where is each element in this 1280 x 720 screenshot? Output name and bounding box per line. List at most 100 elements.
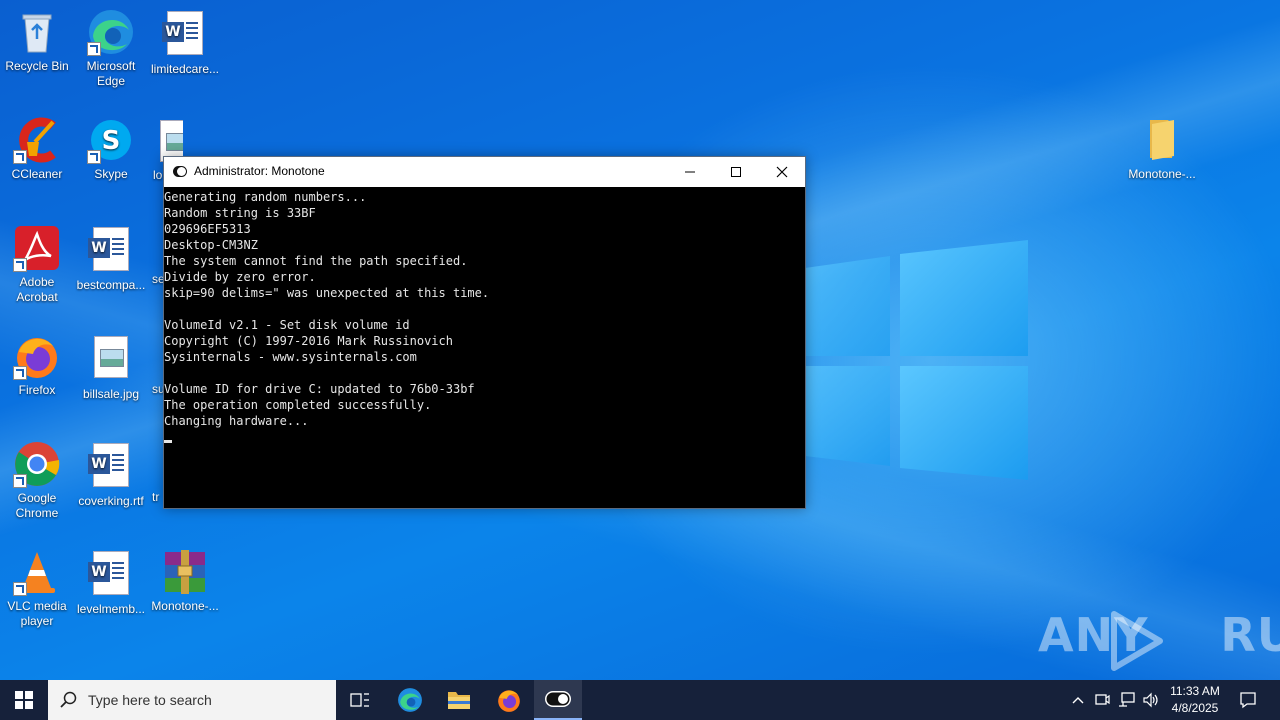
- console-line: Volume ID for drive C: updated to 76b0-3…: [164, 382, 475, 396]
- task-view-button[interactable]: [336, 680, 384, 720]
- svg-text:S: S: [102, 126, 121, 156]
- desktop-icon-ccleaner[interactable]: CCleaner: [0, 116, 74, 182]
- minimize-button[interactable]: [667, 157, 713, 187]
- word-doc-icon: W: [87, 443, 135, 491]
- chrome-icon: [13, 440, 61, 488]
- desktop-icon-chrome[interactable]: Google Chrome: [0, 440, 74, 521]
- anyrun-play-icon: [1111, 611, 1163, 671]
- console-output[interactable]: Generating random numbers... Random stri…: [164, 187, 805, 508]
- recycle-bin-icon: [13, 8, 61, 56]
- start-button[interactable]: [0, 680, 48, 720]
- word-doc-icon: W: [161, 11, 209, 59]
- taskbar-edge-button[interactable]: [386, 680, 434, 720]
- clock-date: 4/8/2025: [1171, 701, 1219, 715]
- console-line: Generating random numbers...: [164, 190, 367, 204]
- desktop-icon-label: Monotone-...: [151, 599, 219, 613]
- console-line: Desktop-CM3NZ: [164, 238, 258, 252]
- desktop-icon-vlc[interactable]: VLC media player: [0, 548, 74, 629]
- windows-start-icon: [15, 691, 33, 709]
- desktop-icon-firefox[interactable]: Firefox: [0, 332, 74, 398]
- desktop-icon-label: levelmemb...: [76, 602, 146, 616]
- close-button[interactable]: [759, 157, 805, 187]
- desktop-icon-monotone-archive[interactable]: Monotone-...: [148, 548, 222, 614]
- speaker-icon: [1143, 692, 1158, 708]
- desktop-icon-monotone-folder[interactable]: Monotone-...: [1124, 116, 1200, 182]
- network-icon: [1119, 692, 1135, 707]
- notification-icon: [1240, 692, 1256, 709]
- search-icon: [60, 691, 77, 708]
- console-title: Administrator: Monotone: [194, 164, 325, 178]
- desktop-icon-label: billsale.jpg: [82, 387, 140, 401]
- console-line: skip=90 delims=" was unexpected at this …: [164, 286, 490, 300]
- close-icon: [776, 166, 788, 178]
- desktop-icon-edge[interactable]: Microsoft Edge: [74, 8, 148, 89]
- desktop-icon-label: limitedcare...: [150, 62, 220, 76]
- desktop-icon-label: Microsoft Edge: [86, 59, 136, 88]
- desktop-icon-label: Firefox: [18, 383, 56, 397]
- desktop-icon-bestcompa[interactable]: W bestcompa...: [74, 224, 148, 293]
- console-titlebar[interactable]: Administrator: Monotone: [164, 157, 805, 187]
- watermark-right: RUN: [1220, 608, 1280, 662]
- maximize-icon: [731, 167, 741, 177]
- edge-icon: [87, 8, 135, 56]
- desktop-icon-recycle-bin[interactable]: Recycle Bin: [0, 8, 74, 74]
- task-view-icon: [350, 693, 369, 707]
- desktop-icon-label: Monotone-...: [1128, 167, 1196, 181]
- firefox-icon: [13, 332, 61, 380]
- vlc-icon: [13, 548, 61, 596]
- desktop-icon-label: Adobe Acrobat: [16, 275, 58, 304]
- console-cursor-line: [164, 429, 805, 445]
- console-app-icon: [173, 166, 187, 177]
- winrar-icon: [161, 548, 209, 596]
- network-button[interactable]: [1116, 680, 1138, 720]
- console-line: Random string is 33BF: [164, 206, 316, 220]
- desktop-icon-coverking[interactable]: W coverking.rtf: [74, 440, 148, 509]
- taskbar-monotone-button[interactable]: [534, 680, 582, 720]
- ccleaner-icon: [13, 116, 61, 164]
- maximize-button[interactable]: [713, 157, 759, 187]
- word-doc-icon: W: [87, 227, 135, 275]
- desktop-icon-label: coverking.rtf: [78, 494, 144, 508]
- taskbar: Type here to search 11:33 AM 4/8/2025: [0, 680, 1280, 720]
- skype-icon: S: [87, 116, 135, 164]
- console-line: The operation completed successfully.: [164, 398, 432, 412]
- desktop-icon-skype[interactable]: S Skype: [74, 116, 148, 182]
- tray-meet-button[interactable]: [1092, 680, 1112, 720]
- desktop-icon-label: Google Chrome: [15, 491, 59, 520]
- taskbar-clock[interactable]: 11:33 AM 4/8/2025: [1160, 683, 1230, 717]
- wallpaper-windows-logo: [805, 240, 1028, 480]
- folder-icon: [448, 692, 470, 709]
- clock-time: 11:33 AM: [1170, 684, 1220, 698]
- firefox-icon: [498, 690, 520, 712]
- word-doc-icon: W: [87, 551, 135, 599]
- taskbar-search-box[interactable]: Type here to search: [48, 680, 336, 720]
- taskbar-file-explorer-button[interactable]: [435, 680, 483, 720]
- desktop-icon-label: Recycle Bin: [5, 59, 69, 73]
- edge-icon: [398, 688, 422, 712]
- console-line: 029696EF5313: [164, 222, 251, 236]
- folder-icon: [1138, 116, 1186, 164]
- monitor-icon: [1095, 694, 1110, 705]
- image-file-icon: [87, 336, 135, 384]
- desktop-icon-label: Skype: [94, 167, 128, 181]
- taskbar-firefox-button[interactable]: [485, 680, 533, 720]
- monotone-app-icon: [545, 691, 571, 707]
- console-window[interactable]: Administrator: Monotone Generating rando…: [163, 156, 806, 509]
- volume-button[interactable]: [1140, 680, 1162, 720]
- console-line: Divide by zero error.: [164, 270, 316, 284]
- minimize-icon: [685, 171, 695, 173]
- desktop-icon-label: VLC media player: [7, 599, 67, 628]
- action-center-button[interactable]: [1236, 680, 1260, 720]
- search-placeholder: Type here to search: [88, 692, 212, 708]
- chevron-up-icon: [1072, 697, 1084, 704]
- desktop-icon-label: CCleaner: [11, 167, 63, 181]
- acrobat-icon: [13, 224, 61, 272]
- desktop-icon-levelmemb[interactable]: W levelmemb...: [74, 548, 148, 617]
- show-hidden-icons-button[interactable]: [1068, 680, 1088, 720]
- desktop-icon-billsale[interactable]: billsale.jpg: [74, 332, 148, 402]
- desktop-icon-acrobat[interactable]: Adobe Acrobat: [0, 224, 74, 305]
- desktop-icon-limitedcare[interactable]: W limitedcare...: [148, 8, 222, 77]
- console-line: Sysinternals - www.sysinternals.com: [164, 350, 417, 364]
